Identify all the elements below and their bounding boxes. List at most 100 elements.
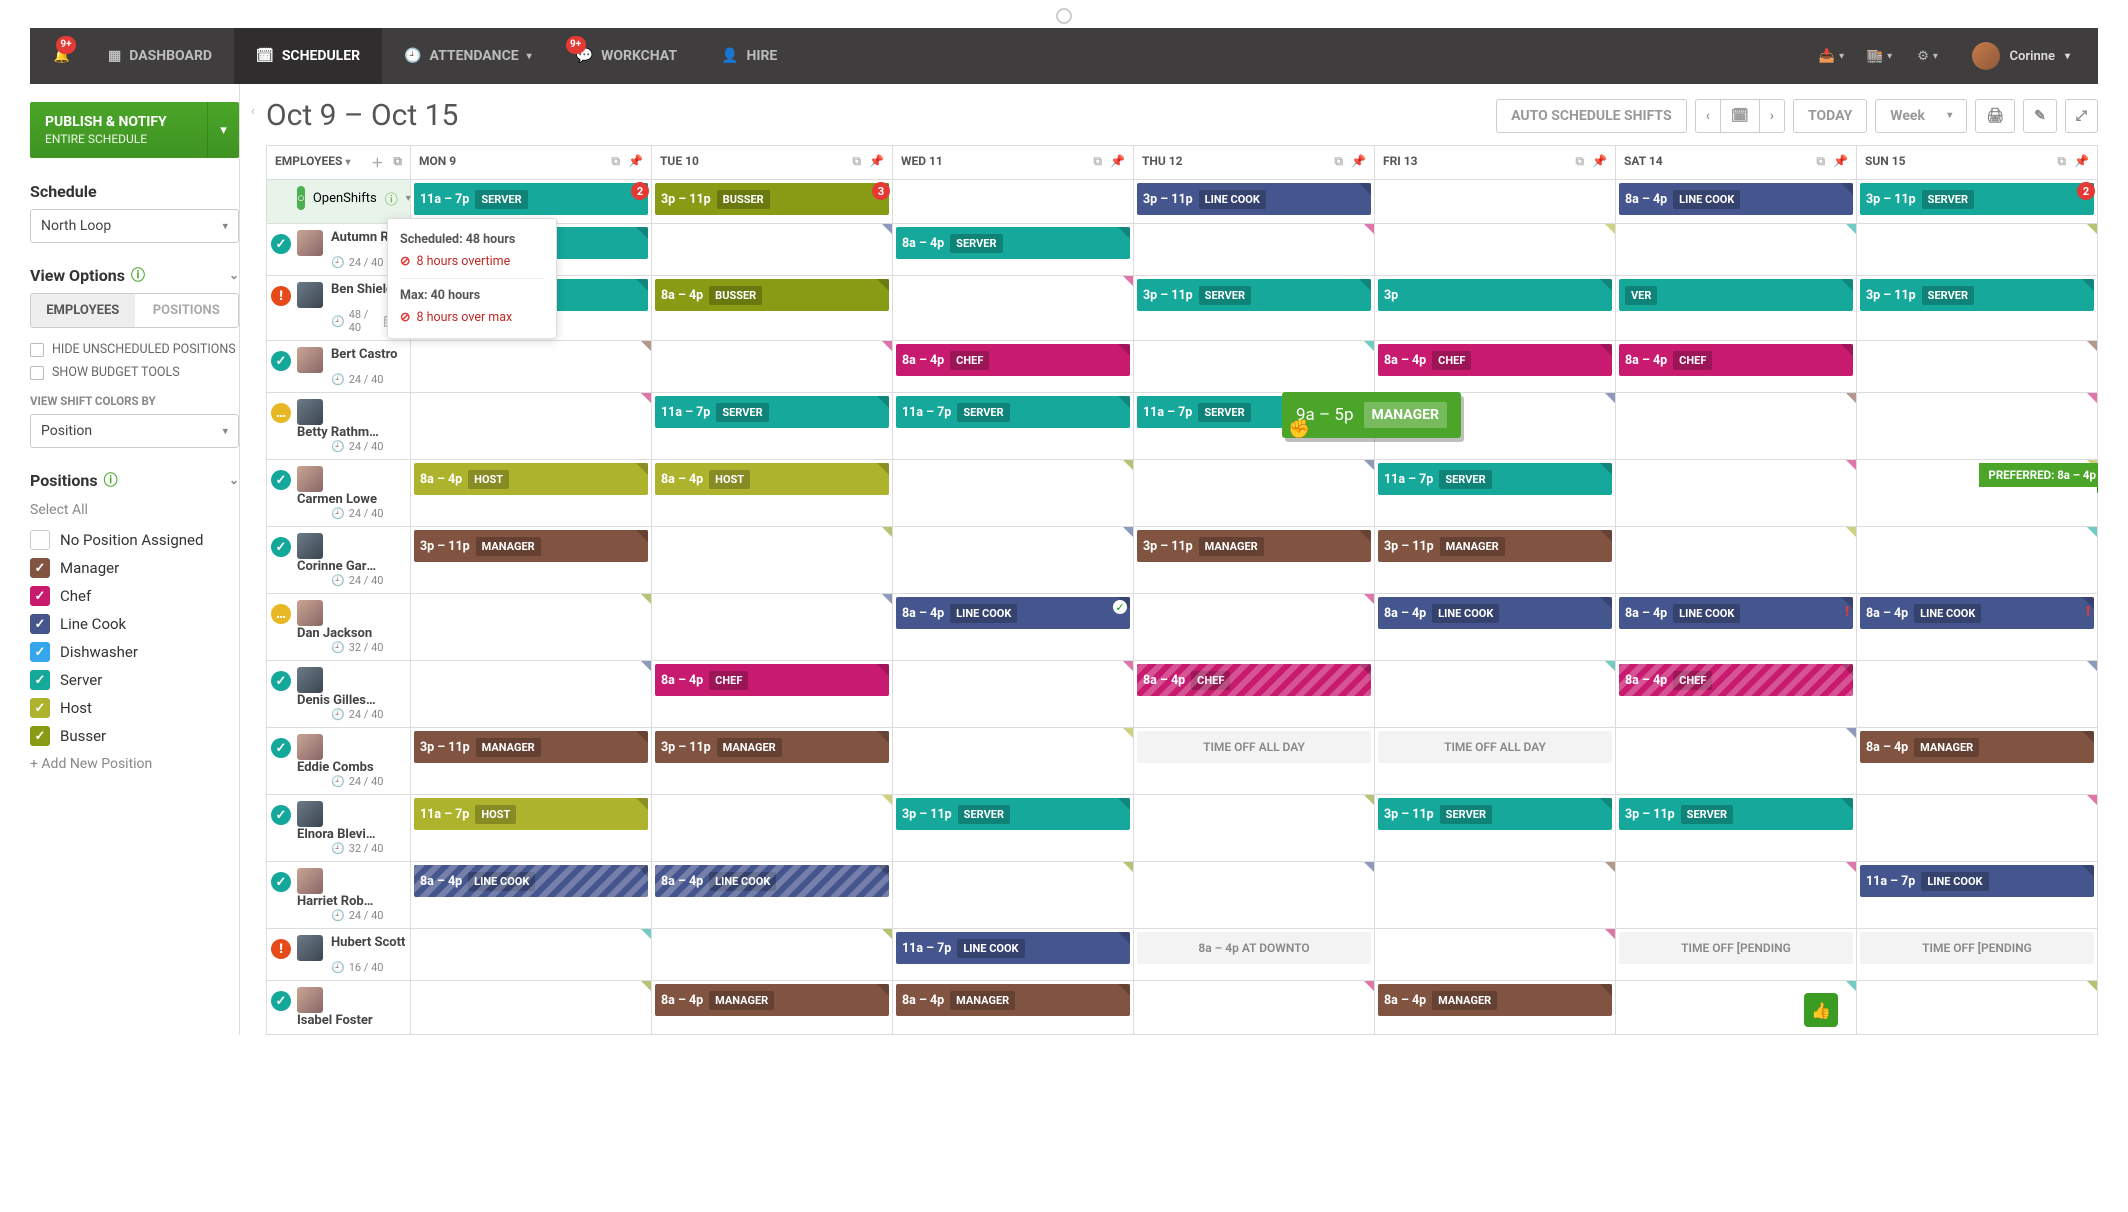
shift-block[interactable]: 3p – 11pSERVER <box>1860 183 2094 215</box>
day-cell[interactable]: 8a – 4pHOST <box>652 460 893 527</box>
day-cell[interactable]: 23p – 11pSERVER <box>1857 180 2098 224</box>
pin-day-icon[interactable]: 📌 <box>628 154 643 169</box>
viewoptions-heading[interactable]: View Options ⓘ⌄ <box>30 257 239 293</box>
shift-block[interactable]: 8a – 4pHOST <box>655 463 889 495</box>
day-cell[interactable]: 3p – 11pSERVER <box>1375 795 1616 862</box>
position-filter-dishwasher[interactable]: Dishwasher <box>30 638 239 666</box>
nav-dashboard[interactable]: ▦DASHBOARD <box>86 28 234 84</box>
prev-week-button[interactable]: ‹ <box>1695 99 1720 133</box>
timeoff-block[interactable]: TIME OFF [PENDING <box>1619 932 1853 964</box>
fullscreen-button[interactable]: ⤢ <box>2065 99 2098 133</box>
edit-button[interactable]: ✎ <box>2023 99 2057 133</box>
positions-select-all[interactable]: Select All <box>30 498 239 524</box>
shift-block[interactable]: 3p – 11pMANAGER <box>414 731 648 763</box>
day-cell[interactable] <box>1375 929 1616 981</box>
chevron-down-icon[interactable]: ⌄ <box>229 268 239 282</box>
day-cell[interactable]: 11a – 7pHOST <box>411 795 652 862</box>
day-cell[interactable]: 8a – 4pCHEF <box>1134 661 1375 728</box>
day-cell[interactable]: 3p – 11pMANAGER <box>1134 527 1375 594</box>
print-button[interactable]: 🖨 <box>1975 99 2015 133</box>
positions-heading[interactable]: Positions ⓘ⌄ <box>30 462 239 498</box>
copy-day-icon[interactable]: ⧉ <box>611 154 620 169</box>
shift-block[interactable]: 8a – 4pBUSSER <box>655 279 889 311</box>
day-cell[interactable] <box>1375 180 1616 224</box>
shift-block[interactable]: 11a – 7pLINE COOK <box>1860 865 2094 897</box>
shift-block[interactable]: 3p <box>1378 279 1612 311</box>
day-cell[interactable] <box>1857 661 2098 728</box>
day-cell[interactable] <box>411 661 652 728</box>
settings-button[interactable]: ⚙ ▾ <box>1904 28 1952 84</box>
user-menu[interactable]: Corinne ▾ <box>1952 42 2090 70</box>
day-cell[interactable] <box>1134 795 1375 862</box>
day-cell[interactable] <box>1616 393 1857 460</box>
day-cell[interactable]: 8a – 4pCHEF <box>1616 341 1857 393</box>
position-filter-line-cook[interactable]: Line Cook <box>30 610 239 638</box>
day-cell[interactable]: 3p – 11pMANAGER <box>1375 527 1616 594</box>
shift-block[interactable]: 8a – 4pHOST <box>414 463 648 495</box>
shift-block[interactable]: 3p – 11pSERVER <box>1619 798 1853 830</box>
day-cell[interactable] <box>893 862 1134 929</box>
pin-day-icon[interactable]: 📌 <box>1592 154 1607 169</box>
day-cell[interactable]: 8a – 4pCHEF <box>893 341 1134 393</box>
copy-day-icon[interactable]: ⧉ <box>1816 154 1825 169</box>
shift-block[interactable]: 8a – 4pLINE COOK <box>655 865 889 897</box>
day-cell[interactable] <box>1375 224 1616 276</box>
view-select[interactable]: Week▾ <box>1875 99 1967 133</box>
shift-block[interactable]: 8a – 4pCHEF <box>1619 664 1853 696</box>
shift-block[interactable]: 3p – 11pSERVER <box>896 798 1130 830</box>
day-cell[interactable] <box>1857 341 2098 393</box>
nav-attendance[interactable]: 🕘ATTENDANCE▾ <box>382 28 554 84</box>
day-cell[interactable]: 8a – 4pMANAGER <box>1375 981 1616 1035</box>
day-cell[interactable] <box>1857 527 2098 594</box>
copy-day-icon[interactable]: ⧉ <box>1334 154 1343 169</box>
day-cell[interactable]: 11a – 7pLINE COOK <box>893 929 1134 981</box>
inbox-button[interactable]: 📥 ▾ <box>1808 28 1856 84</box>
day-cell[interactable] <box>893 728 1134 795</box>
day-cell[interactable] <box>1134 341 1375 393</box>
copy-icon[interactable]: ⧉ <box>393 154 402 171</box>
day-cell[interactable]: 8a – 4pSERVER <box>893 224 1134 276</box>
pin-day-icon[interactable]: 📌 <box>1833 154 1848 169</box>
day-cell[interactable] <box>1134 460 1375 527</box>
day-cell[interactable]: 8a – 4pCHEF <box>1616 661 1857 728</box>
day-cell[interactable]: 3p – 11pMANAGER <box>411 527 652 594</box>
day-cell[interactable] <box>1134 594 1375 661</box>
day-cell[interactable] <box>411 929 652 981</box>
shift-block[interactable]: 3p – 11pLINE COOK <box>1137 183 1371 215</box>
employee-cell[interactable]: ✓Denis Gillespie🕘24 / 40 <box>267 661 411 728</box>
shift-block[interactable]: 11a – 7pSERVER <box>655 396 889 428</box>
day-cell[interactable] <box>893 180 1134 224</box>
day-cell[interactable] <box>1616 224 1857 276</box>
day-cell[interactable]: VER <box>1616 276 1857 341</box>
nav-workchat[interactable]: 💬WORKCHAT9+ <box>554 28 699 84</box>
day-cell[interactable] <box>652 594 893 661</box>
employee-cell[interactable]: ✓Elnora Blevins🕘32 / 40 <box>267 795 411 862</box>
day-cell[interactable]: 3p – 11pSERVER <box>1134 276 1375 341</box>
day-cell[interactable]: PREFERRED: 8a – 4p <box>1857 460 2098 527</box>
employee-cell[interactable]: !Hubert Scott🕘16 / 40 <box>267 929 411 981</box>
day-cell[interactable]: 8a – 4pLINE COOK✓ <box>893 594 1134 661</box>
day-cell[interactable]: 3p – 11pSERVER <box>1857 276 2098 341</box>
day-cell[interactable] <box>1134 224 1375 276</box>
employee-cell[interactable]: ✓Eddie Combs🕘24 / 40 <box>267 728 411 795</box>
shift-block[interactable]: 8a – 4pLINE COOK✓ <box>896 597 1130 629</box>
day-cell[interactable] <box>1857 393 2098 460</box>
day-cell[interactable] <box>1616 460 1857 527</box>
today-button[interactable]: TODAY <box>1793 99 1867 133</box>
employee-cell[interactable]: ✓Autumn Ro…🕘24 / 40Scheduled: 48 hours8 … <box>267 224 411 276</box>
shift-block[interactable]: 8a – 4pCHEF <box>896 344 1130 376</box>
colors-select[interactable]: Position <box>30 414 239 448</box>
auto-schedule-button[interactable]: AUTO SCHEDULE SHIFTS <box>1496 99 1687 133</box>
day-cell[interactable]: 8a – 4pLINE COOK <box>1616 180 1857 224</box>
employees-column-header[interactable]: EMPLOYEES ▾ ＋⧉ <box>267 146 411 180</box>
day-cell[interactable] <box>1375 661 1616 728</box>
shift-block[interactable]: 11a – 7pSERVER <box>414 183 648 215</box>
day-cell[interactable] <box>1857 224 2098 276</box>
day-cell[interactable]: 8a – 4pLINE COOK <box>652 862 893 929</box>
shift-block[interactable]: 8a – 4pLINE COOK! <box>1860 597 2094 629</box>
day-cell[interactable]: 3p – 11pSERVER <box>1616 795 1857 862</box>
shift-block[interactable]: 3p – 11pSERVER <box>1378 798 1612 830</box>
shift-block[interactable]: 8a – 4pMANAGER <box>1378 984 1612 1016</box>
day-cell[interactable]: 8a – 4pLINE COOK! <box>1616 594 1857 661</box>
copy-day-icon[interactable]: ⧉ <box>1093 154 1102 169</box>
